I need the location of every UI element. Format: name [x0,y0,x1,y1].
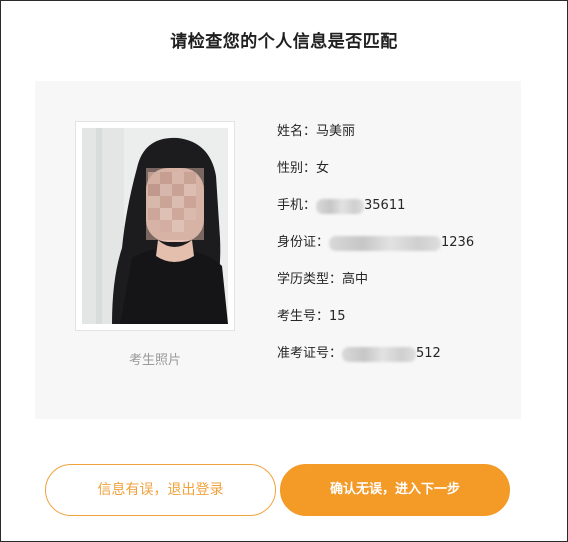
field-admission-no: 准考证号： 512 [277,343,474,380]
candidate-photo-frame [75,121,235,331]
field-education-value: 高中 [342,272,369,287]
field-phone-label: 手机： [277,198,317,213]
photo-caption: 考生照片 [128,353,181,368]
phone-redaction-mask [316,199,365,214]
dialog-title: 请检查您的个人信息是否匹配 [170,32,398,52]
field-candidate-no-label: 考生号： [277,309,330,324]
field-education-label: 学历类型： [277,272,343,287]
field-id-card-label: 身份证： [277,235,330,250]
field-education: 学历类型：高中 [277,269,474,306]
field-gender: 性别：女 [277,158,474,195]
field-admission-no-label: 准考证号： [277,346,343,361]
verify-info-dialog: 请检查您的个人信息是否匹配 考生照片 姓名：马美丽 性别：女 手机： 35611… [0,0,568,542]
field-candidate-no-value: 15 [329,309,346,324]
field-name-value: 马美丽 [316,124,356,139]
field-id-card: 身份证： 1236 [277,232,474,269]
info-error-logout-button[interactable]: 信息有误，退出登录 [45,464,276,516]
candidate-photo [82,128,228,324]
info-panel: 考生照片 姓名：马美丽 性别：女 手机： 35611 身份证： 1236 学历类型：… [35,81,521,419]
field-phone-value: 35611 [364,198,406,213]
info-fields: 姓名：马美丽 性别：女 手机： 35611 身份证： 1236 学历类型：高中 考生… [277,121,474,380]
admission-no-redaction-mask [342,347,417,362]
field-candidate-no: 考生号：15 [277,306,474,343]
field-phone: 手机： 35611 [277,195,474,232]
id-card-redaction-mask [329,236,442,251]
field-admission-no-value: 512 [416,346,441,361]
confirm-next-button[interactable]: 确认无误，进入下一步 [280,464,510,516]
field-id-card-value: 1236 [441,235,475,250]
field-name: 姓名：马美丽 [277,121,474,158]
field-gender-value: 女 [316,161,330,176]
field-name-label: 姓名： [277,124,317,139]
field-gender-label: 性别： [277,161,317,176]
